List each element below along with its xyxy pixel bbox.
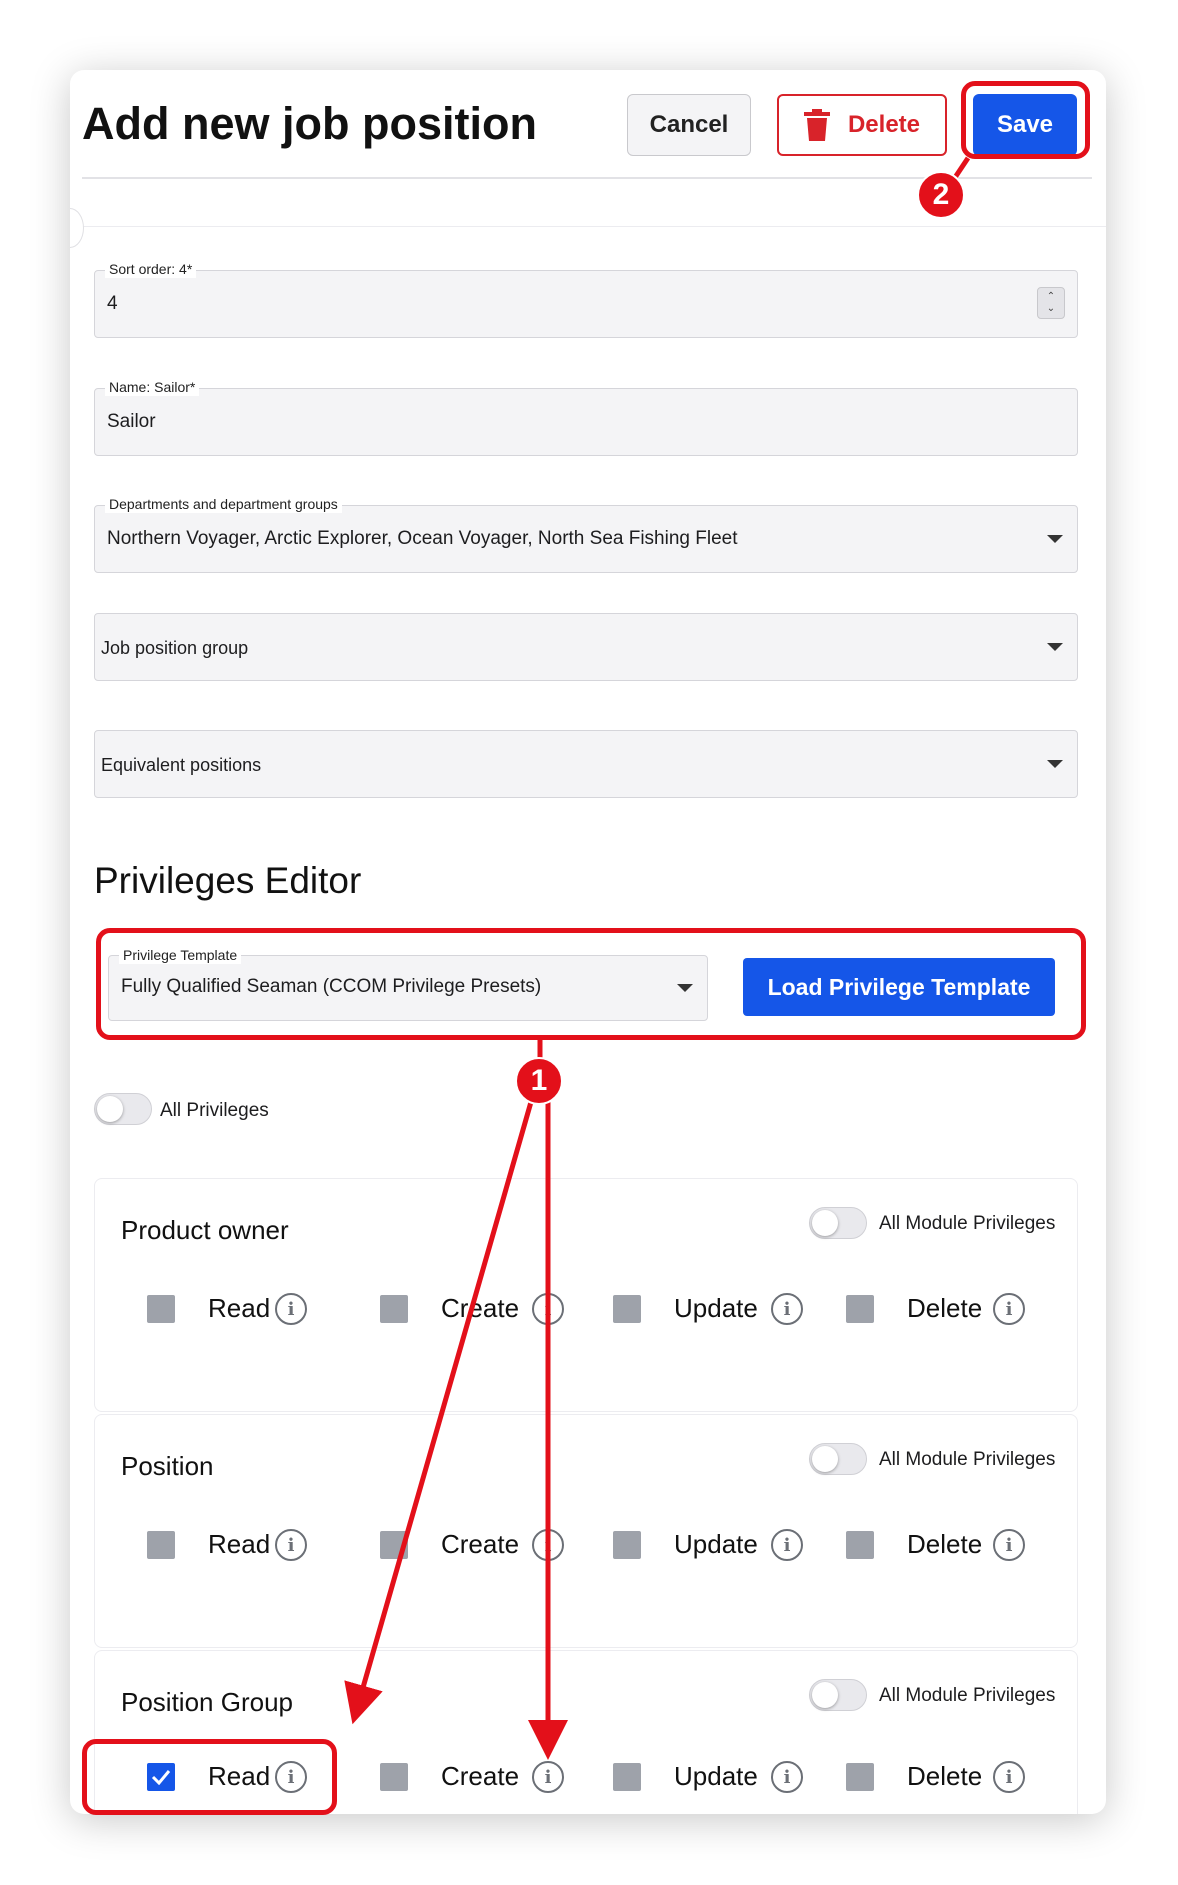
privilege-row: Read i Create i Update i Delete i	[95, 1289, 1077, 1329]
create-checkbox[interactable]	[380, 1531, 408, 1559]
module-title: Product owner	[121, 1215, 289, 1245]
chevron-down-icon[interactable]: ⌄	[1047, 303, 1055, 315]
info-icon[interactable]: i	[275, 1293, 307, 1325]
info-icon[interactable]: i	[993, 1529, 1025, 1561]
cancel-button[interactable]: Cancel	[627, 94, 751, 156]
job-position-group-placeholder: Job position group	[101, 638, 249, 658]
update-checkbox[interactable]	[613, 1531, 641, 1559]
toggle-knob	[812, 1682, 838, 1708]
privileges-editor-title: Privileges Editor	[94, 860, 362, 901]
all-module-privileges-toggle[interactable]	[809, 1679, 867, 1711]
info-icon[interactable]: i	[532, 1293, 564, 1325]
annotation-box-template	[96, 928, 1086, 1040]
annotation-box-read	[82, 1739, 337, 1815]
name-field[interactable]: Name: Sailor* Sailor	[94, 378, 1078, 456]
delete-label: Delete	[907, 1293, 983, 1323]
departments-select[interactable]: Departments and department groups Northe…	[94, 495, 1078, 573]
sort-order-stepper[interactable]: ⌃ ⌄	[1037, 287, 1065, 319]
equivalent-positions-select[interactable]: Equivalent positions	[94, 730, 1078, 798]
all-module-privileges-label: All Module Privileges	[879, 1685, 1056, 1706]
update-checkbox[interactable]	[613, 1763, 641, 1791]
section-divider	[70, 226, 1106, 227]
dropdown-caret-icon[interactable]	[1047, 535, 1063, 543]
delete-label: Delete	[907, 1529, 983, 1559]
update-label: Update	[674, 1761, 758, 1791]
delete-button[interactable]: Delete	[777, 94, 947, 156]
module-position: Position All Module Privileges Read i Cr…	[94, 1414, 1078, 1648]
info-icon[interactable]: i	[532, 1529, 564, 1561]
delete-checkbox[interactable]	[846, 1531, 874, 1559]
sort-order-value: 4	[107, 293, 118, 314]
info-icon[interactable]: i	[993, 1293, 1025, 1325]
annotation-badge-1: 1	[515, 1057, 563, 1105]
departments-value: Northern Voyager, Arctic Explorer, Ocean…	[107, 528, 738, 549]
create-label: Create	[441, 1293, 520, 1323]
info-icon[interactable]: i	[771, 1761, 803, 1793]
read-checkbox[interactable]	[147, 1295, 175, 1323]
departments-legend: Departments and department groups	[105, 495, 342, 513]
module-title: Position	[121, 1451, 214, 1481]
all-privileges-toggle[interactable]	[94, 1093, 152, 1125]
create-checkbox[interactable]	[380, 1295, 408, 1323]
side-handle[interactable]	[70, 208, 84, 248]
create-checkbox[interactable]	[380, 1763, 408, 1791]
page-title: Add new job position	[82, 98, 537, 149]
trash-icon	[803, 109, 830, 141]
toggle-knob	[97, 1096, 123, 1122]
annotation-box-save	[961, 81, 1090, 159]
privilege-row: Read i Create i Update i Delete i	[95, 1525, 1077, 1565]
info-icon[interactable]: i	[993, 1761, 1025, 1793]
delete-button-label: Delete	[847, 111, 921, 138]
delete-checkbox[interactable]	[846, 1763, 874, 1791]
read-checkbox[interactable]	[147, 1531, 175, 1559]
info-icon[interactable]: i	[275, 1529, 307, 1561]
info-icon[interactable]: i	[771, 1293, 803, 1325]
sort-order-field[interactable]: Sort order: 4* 4 ⌃ ⌄	[94, 260, 1078, 338]
sort-order-legend: Sort order: 4*	[105, 260, 197, 278]
toggle-knob	[812, 1210, 838, 1236]
update-checkbox[interactable]	[613, 1295, 641, 1323]
info-icon[interactable]: i	[532, 1761, 564, 1793]
job-position-group-select[interactable]: Job position group	[94, 613, 1078, 681]
info-icon[interactable]: i	[771, 1529, 803, 1561]
delete-label: Delete	[907, 1761, 983, 1791]
toggle-knob	[812, 1446, 838, 1472]
all-privileges-label: All Privileges	[160, 1100, 269, 1121]
delete-checkbox[interactable]	[846, 1295, 874, 1323]
create-label: Create	[441, 1761, 520, 1791]
chevron-up-icon[interactable]: ⌃	[1047, 291, 1055, 303]
equivalent-positions-placeholder: Equivalent positions	[101, 755, 262, 775]
update-label: Update	[674, 1293, 758, 1323]
all-module-privileges-label: All Module Privileges	[879, 1213, 1056, 1234]
name-legend: Name: Sailor*	[105, 378, 200, 396]
update-label: Update	[674, 1529, 758, 1559]
all-module-privileges-toggle[interactable]	[809, 1443, 867, 1475]
dialog-header: Add new job position Cancel Delete Save	[70, 70, 1106, 182]
create-label: Create	[441, 1529, 520, 1559]
dropdown-caret-icon[interactable]	[1047, 643, 1063, 651]
read-label: Read	[208, 1529, 271, 1559]
module-product-owner: Product owner All Module Privileges Read…	[94, 1178, 1078, 1412]
dropdown-caret-icon[interactable]	[1047, 760, 1063, 768]
all-module-privileges-toggle[interactable]	[809, 1207, 867, 1239]
read-label: Read	[208, 1293, 271, 1323]
all-module-privileges-label: All Module Privileges	[879, 1449, 1056, 1470]
module-title: Position Group	[121, 1687, 293, 1717]
name-value: Sailor	[107, 411, 156, 432]
annotation-badge-2: 2	[917, 171, 965, 219]
